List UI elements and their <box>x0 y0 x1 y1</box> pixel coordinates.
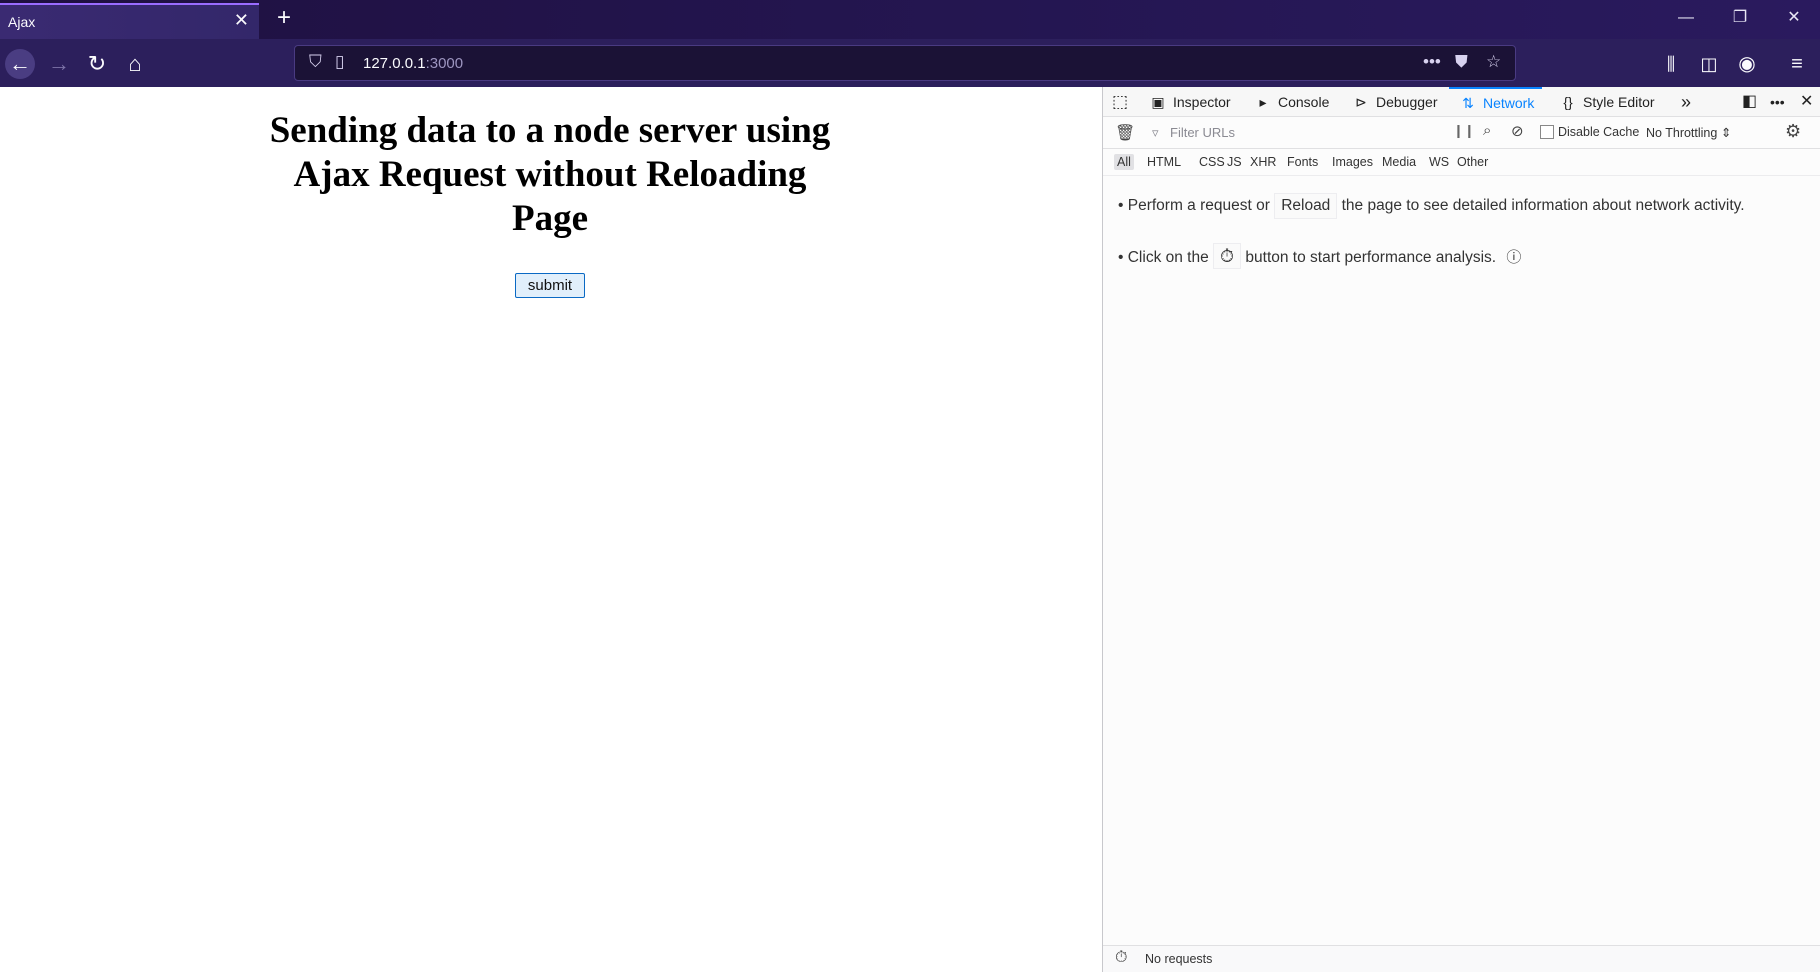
tab-style-editor[interactable]: {} Style Editor <box>1559 87 1654 117</box>
tab-strip: Ajax ✕ + — ❐ ✕ <box>0 0 1820 39</box>
browser-tab[interactable]: Ajax ✕ <box>0 3 259 39</box>
close-window-icon[interactable]: ✕ <box>1768 0 1820 36</box>
element-picker-icon[interactable]: ⬚ <box>1112 87 1128 117</box>
tab-console[interactable]: ▸ Console <box>1254 87 1329 117</box>
account-icon[interactable]: ◉ <box>1732 49 1762 79</box>
devtools-panel: ⬚ ▣ Inspector ▸ Console ⊳ Debugger ⇅ Network… <box>1102 87 1820 972</box>
notice-line-reload: • Perform a request or Reload the page t… <box>1118 193 1745 229</box>
network-icon: ⇅ <box>1462 95 1474 111</box>
pocket-icon[interactable]: ⛊ <box>1455 52 1468 72</box>
help-icon[interactable]: ⓘ <box>1506 249 1521 266</box>
filter-urls-input[interactable]: ▿ Filter URLs <box>1148 122 1488 144</box>
notice-line-performance: • Click on the ⏱ button to start perform… <box>1118 243 1745 270</box>
type-filter-all[interactable]: All <box>1114 154 1134 170</box>
devtools-toolbar: ⬚ ▣ Inspector ▸ Console ⊳ Debugger ⇅ Network… <box>1103 87 1820 117</box>
devtools-menu-icon[interactable]: ••• <box>1770 87 1785 117</box>
console-icon: ▸ <box>1259 94 1267 110</box>
settings-gear-icon[interactable]: ⚙ <box>1785 121 1801 142</box>
filter-icon: ▿ <box>1152 125 1159 140</box>
bookmark-star-icon[interactable]: ☆ <box>1486 52 1501 72</box>
trash-icon[interactable]: 🗑 <box>1115 123 1135 143</box>
network-status-bar: ⏱ No requests <box>1103 945 1820 972</box>
type-filter-images[interactable]: Images <box>1329 154 1376 170</box>
tab-network[interactable]: ⇅ Network <box>1449 87 1543 117</box>
dock-icon[interactable]: ◧ <box>1742 87 1757 117</box>
request-type-filters: All HTML CSS JS XHR Fonts Images Media W… <box>1103 149 1820 176</box>
minimize-icon[interactable]: — <box>1660 0 1712 36</box>
type-filter-css[interactable]: CSS <box>1196 154 1228 170</box>
network-toolbar: 🗑 ▿ Filter URLs ❙❙ ⌕ ⊘ Disable Cache No … <box>1103 117 1820 149</box>
home-icon[interactable]: ⌂ <box>120 49 150 79</box>
reload-button[interactable]: Reload <box>1274 193 1338 219</box>
pause-icon[interactable]: ❙❙ <box>1453 123 1475 139</box>
stopwatch-icon[interactable]: ⏱ <box>1115 949 1127 967</box>
forward-icon[interactable]: → <box>44 49 74 79</box>
type-filter-media[interactable]: Media <box>1379 154 1419 170</box>
url-bar[interactable]: ⛉ ▯ 127.0.0.1:3000 ••• ⛊ ☆ <box>294 45 1516 81</box>
sidebar-icon[interactable]: ◫ <box>1694 49 1724 79</box>
block-icon[interactable]: ⊘ <box>1511 122 1524 140</box>
network-empty-notice: • Perform a request or Reload the page t… <box>1118 193 1745 270</box>
new-tab-icon[interactable]: + <box>269 4 299 32</box>
restore-icon[interactable]: ❐ <box>1714 0 1766 36</box>
reload-icon[interactable]: ↻ <box>82 49 112 79</box>
disable-cache-label: Disable Cache <box>1558 125 1640 139</box>
status-text: No requests <box>1145 952 1213 966</box>
navigation-toolbar: ← → ↻ ⌂ ⛉ ▯ 127.0.0.1:3000 ••• ⛊ ☆ ⫼ ◫ ◉… <box>0 39 1820 87</box>
type-filter-fonts[interactable]: Fonts <box>1284 154 1321 170</box>
submit-button[interactable]: submit <box>515 273 585 298</box>
type-filter-other[interactable]: Other <box>1454 154 1491 170</box>
more-tabs-icon[interactable]: » <box>1681 87 1691 117</box>
library-icon[interactable]: ⫼ <box>1656 49 1686 79</box>
page-heading: Sending data to a node server using Ajax… <box>269 110 831 239</box>
disable-cache-checkbox[interactable] <box>1540 125 1554 139</box>
shield-icon[interactable]: ⛉ <box>309 52 322 72</box>
back-icon[interactable]: ← <box>5 49 35 79</box>
close-tab-icon[interactable]: ✕ <box>234 10 249 31</box>
type-filter-xhr[interactable]: XHR <box>1247 154 1279 170</box>
style-editor-icon: {} <box>1563 94 1573 110</box>
performance-stopwatch-button[interactable]: ⏱ <box>1213 243 1242 269</box>
inspector-icon: ▣ <box>1151 94 1165 110</box>
page-icon: ▯ <box>335 52 345 71</box>
type-filter-ws[interactable]: WS <box>1426 154 1452 170</box>
web-page: Sending data to a node server using Ajax… <box>0 87 1102 972</box>
menu-icon[interactable]: ≡ <box>1782 49 1812 79</box>
tab-debugger[interactable]: ⊳ Debugger <box>1352 87 1437 117</box>
type-filter-js[interactable]: JS <box>1224 154 1245 170</box>
tab-inspector[interactable]: ▣ Inspector <box>1149 87 1230 117</box>
debugger-icon: ⊳ <box>1355 94 1367 110</box>
tab-title: Ajax <box>8 14 36 30</box>
url-text: 127.0.0.1:3000 <box>363 55 464 72</box>
throttling-select[interactable]: No Throttling ⇕ <box>1646 125 1731 140</box>
search-icon[interactable]: ⌕ <box>1483 122 1491 139</box>
page-actions-icon[interactable]: ••• <box>1423 52 1441 72</box>
close-devtools-icon[interactable]: ✕ <box>1800 87 1813 117</box>
type-filter-html[interactable]: HTML <box>1144 154 1184 170</box>
